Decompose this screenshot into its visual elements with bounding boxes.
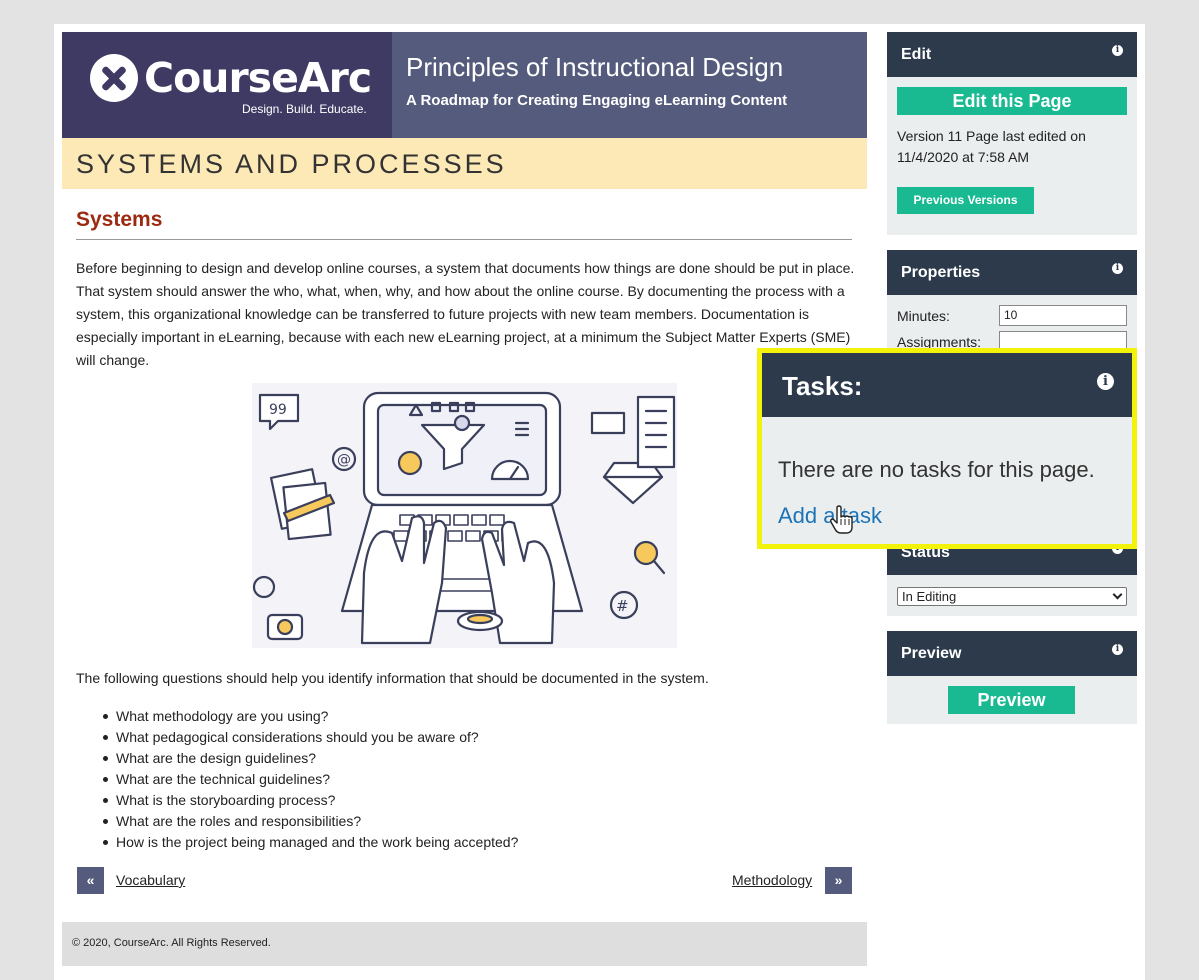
info-icon[interactable]: i <box>1112 263 1123 274</box>
minutes-label: Minutes: <box>897 308 950 324</box>
preview-panel: Preview i Preview <box>887 631 1137 724</box>
copyright-text: © 2020, CourseArc. All Rights Reserved. <box>72 937 271 949</box>
status-select[interactable]: In Editing <box>897 587 1127 606</box>
edit-this-page-button[interactable]: Edit this Page <box>897 87 1127 115</box>
tasks-empty-message: There are no tasks for this page. <box>778 457 1095 482</box>
logo-text: CourseArc <box>144 54 372 102</box>
edit-panel: Edit i Edit this Page Version 11 Page la… <box>887 32 1137 235</box>
section-title: SYSTEMS AND PROCESSES <box>76 149 507 179</box>
list-item: What is the storyboarding process? <box>98 790 518 811</box>
course-banner: CourseArc Design. Build. Educate. Princi… <box>62 32 867 138</box>
previous-versions-button[interactable]: Previous Versions <box>897 187 1034 214</box>
minutes-field[interactable]: 10 <box>999 305 1127 326</box>
hand-pointer-icon <box>830 505 854 540</box>
edit-panel-header: Edit i <box>887 32 1137 77</box>
next-page-link[interactable]: Methodology <box>732 872 812 888</box>
preview-button[interactable]: Preview <box>948 686 1075 714</box>
svg-text:@: @ <box>337 452 351 468</box>
section-title-bar: SYSTEMS AND PROCESSES <box>62 138 867 189</box>
status-selected-value: In Editing <box>902 589 957 604</box>
course-subtitle: A Roadmap for Creating Engaging eLearnin… <box>406 92 788 109</box>
tools-logo-icon <box>90 54 138 102</box>
preview-panel-title: Preview <box>901 645 962 662</box>
questions-intro: The following questions should help you … <box>76 670 709 686</box>
list-item: What are the technical guidelines? <box>98 769 518 790</box>
preview-panel-header: Preview i <box>887 631 1137 676</box>
workflow-illustration: 99 @ # <box>252 383 677 648</box>
prev-page-button[interactable]: « <box>77 867 104 894</box>
edit-panel-title: Edit <box>901 46 932 63</box>
page-footer: © 2020, CourseArc. All Rights Reserved. <box>62 922 867 966</box>
heading-divider <box>76 239 852 240</box>
list-item: What pedagogical considerations should y… <box>98 727 518 748</box>
info-icon[interactable]: i <box>1097 373 1114 390</box>
info-icon[interactable]: i <box>1112 45 1123 56</box>
properties-panel-title: Properties <box>901 264 981 281</box>
list-item: What are the roles and responsibilities? <box>98 811 518 832</box>
chevron-down-icon <box>1112 589 1123 600</box>
logo-tagline: Design. Build. Educate. <box>242 102 367 116</box>
list-item: What are the design guidelines? <box>98 748 518 769</box>
properties-panel-header: Properties i <box>887 250 1137 295</box>
svg-text:99: 99 <box>269 402 287 418</box>
content-heading: Systems <box>76 208 163 231</box>
list-item: How is the project being managed and the… <box>98 832 518 853</box>
next-page-button[interactable]: » <box>825 867 852 894</box>
info-icon[interactable]: i <box>1112 644 1123 655</box>
tasks-panel-header: Tasks: i <box>762 353 1132 417</box>
tasks-panel-title: Tasks: <box>782 371 863 401</box>
coursearc-logo[interactable]: CourseArc Design. Build. Educate. <box>62 32 392 138</box>
course-title: Principles of Instructional Design <box>406 52 784 82</box>
list-item: What methodology are you using? <box>98 706 518 727</box>
tasks-panel: Tasks: i There are no tasks for this pag… <box>757 348 1137 549</box>
prev-page-link[interactable]: Vocabulary <box>116 872 185 888</box>
content-paragraph: Before beginning to design and develop o… <box>76 260 855 368</box>
svg-text:#: # <box>616 597 629 615</box>
questions-list: What methodology are you using? What ped… <box>98 706 518 853</box>
version-info: Version 11 Page last edited on 11/4/2020… <box>897 128 1086 165</box>
